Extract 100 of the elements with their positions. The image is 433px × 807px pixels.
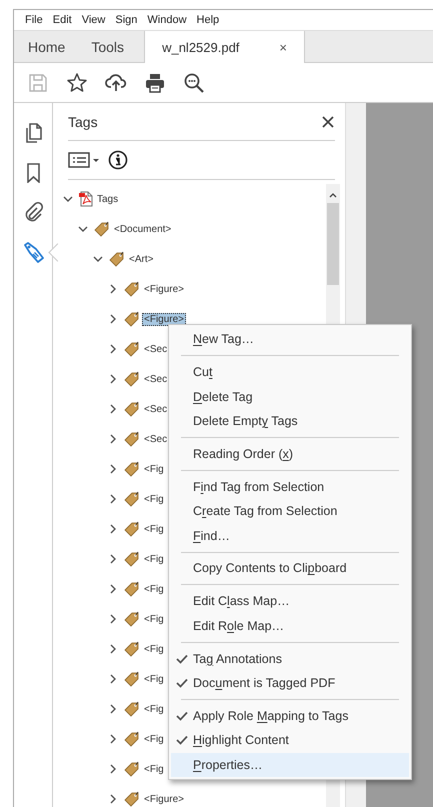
tree-item[interactable]: <Fig <box>142 552 166 566</box>
tag-icon <box>124 641 140 657</box>
expand-chevron-icon[interactable] <box>108 434 118 444</box>
tag-icon <box>124 701 140 717</box>
expand-chevron-icon[interactable] <box>108 704 118 714</box>
check-icon <box>176 710 188 721</box>
tag-icon[interactable] <box>22 241 44 263</box>
check-icon <box>176 678 188 688</box>
expand-chevron-icon[interactable] <box>108 644 118 654</box>
tree-item[interactable]: <Fig <box>142 462 166 476</box>
tree-item[interactable]: <Figure> <box>142 282 186 296</box>
zoom-icon[interactable] <box>183 72 205 94</box>
info-icon[interactable] <box>108 150 128 170</box>
tag-icon <box>124 521 140 537</box>
tree-item[interactable]: <Fig <box>142 732 166 746</box>
tree-item[interactable]: Tags <box>95 192 120 206</box>
menu-item[interactable]: Delete Empty Tags <box>193 414 298 428</box>
options-menu-icon[interactable] <box>68 150 100 170</box>
print-icon[interactable] <box>144 72 166 94</box>
check-icon <box>176 654 188 664</box>
expand-chevron-icon[interactable] <box>108 674 118 684</box>
check-icon <box>176 735 188 746</box>
menu-item[interactable]: Edit Class Map… <box>193 594 290 608</box>
collapse-chevron-icon[interactable] <box>93 254 103 264</box>
expand-chevron-icon[interactable] <box>108 764 118 774</box>
menu-item[interactable]: File <box>20 14 48 26</box>
expand-chevron-icon[interactable] <box>108 794 118 804</box>
expand-chevron-icon[interactable] <box>108 344 118 354</box>
menu-item[interactable]: Delete Tag <box>193 390 253 404</box>
tree-item[interactable]: <Sec <box>142 402 170 416</box>
close-tab-button[interactable]: × <box>279 40 288 54</box>
expand-chevron-icon[interactable] <box>108 734 118 744</box>
expand-chevron-icon[interactable] <box>108 464 118 474</box>
close-icon[interactable] <box>321 114 335 128</box>
expand-chevron-icon[interactable] <box>108 614 118 624</box>
collapse-chevron-icon[interactable] <box>78 224 88 234</box>
expand-chevron-icon[interactable] <box>108 494 118 504</box>
tree-item[interactable]: <Sec <box>142 372 170 386</box>
tree-item[interactable]: <Fig <box>142 702 166 716</box>
expand-chevron-icon[interactable] <box>108 524 118 534</box>
document-tab[interactable]: w_nl2529.pdf × <box>144 31 306 63</box>
tree-item[interactable]: <Art> <box>127 252 156 266</box>
tag-icon <box>124 551 140 567</box>
menu-item[interactable]: Cut <box>193 365 212 380</box>
tag-icon <box>94 221 110 237</box>
expand-chevron-icon[interactable] <box>108 584 118 594</box>
expand-chevron-icon[interactable] <box>108 404 118 414</box>
tag-icon <box>124 671 140 687</box>
menu-item[interactable]: Edit <box>48 14 77 26</box>
tag-icon <box>124 731 140 747</box>
menu-item[interactable]: Edit Role Map… <box>193 618 284 633</box>
tree-item[interactable]: <Sec <box>142 432 170 446</box>
menu-item[interactable]: Tag Annotations <box>193 652 282 666</box>
menu-item[interactable]: Copy Contents to Clipboard <box>193 561 347 576</box>
tag-icon <box>124 431 140 447</box>
menu-item[interactable]: Sign <box>110 14 142 26</box>
menu-item[interactable]: Create Tag from Selection <box>193 504 338 518</box>
tag-icon <box>109 251 125 267</box>
menu-item[interactable]: Apply Role Mapping to Tags <box>193 708 348 723</box>
expand-chevron-icon[interactable] <box>108 284 118 294</box>
tag-icon <box>124 791 140 807</box>
tag-icon <box>124 581 140 597</box>
menu-item[interactable]: Highlight Content <box>193 733 289 748</box>
panel-title: Tags <box>68 114 98 130</box>
menu-item[interactable]: Help <box>192 14 224 26</box>
nav-tab[interactable]: Home <box>14 31 78 62</box>
menu-item[interactable]: New Tag… <box>193 332 254 346</box>
tree-item[interactable]: <Fig <box>142 762 166 776</box>
expand-chevron-icon[interactable] <box>108 314 118 324</box>
nav-tab[interactable]: Tools <box>77 31 136 62</box>
menu-item[interactable]: Find… <box>193 528 230 543</box>
expand-chevron-icon[interactable] <box>108 554 118 564</box>
star-icon[interactable] <box>66 72 88 94</box>
menu-item[interactable]: Properties… <box>193 758 262 772</box>
tree-item[interactable]: <Fig <box>142 672 166 686</box>
tree-item[interactable]: <Fig <box>142 522 166 536</box>
collapse-chevron-icon[interactable] <box>63 194 73 204</box>
tree-item[interactable]: <Fig <box>142 612 166 626</box>
scroll-thumb[interactable] <box>327 203 339 285</box>
menu-item[interactable]: Window <box>142 14 192 26</box>
menu-item[interactable]: View <box>76 14 110 26</box>
tag-icon <box>124 341 140 357</box>
tag-icon <box>124 491 140 507</box>
expand-chevron-icon[interactable] <box>108 374 118 384</box>
tag-icon <box>124 311 140 327</box>
tag-icon <box>124 401 140 417</box>
pdf-icon <box>79 191 93 207</box>
tree-item[interactable]: <Figure> <box>142 792 186 806</box>
menu-item[interactable]: Find Tag from Selection <box>193 480 324 494</box>
tree-item[interactable]: <Fig <box>142 642 166 656</box>
menu-item[interactable]: Document is Tagged PDF <box>193 676 336 690</box>
menu-item[interactable]: Reading Order (x) <box>193 446 294 461</box>
tree-item[interactable]: <Sec <box>142 342 170 356</box>
tree-item[interactable]: <Figure> <box>142 312 186 326</box>
cloud-upload-icon[interactable] <box>105 72 127 94</box>
tab-title: w_nl2529.pdf <box>162 40 240 54</box>
tree-item[interactable]: <Document> <box>112 222 174 236</box>
tree-item[interactable]: <Fig <box>142 492 166 506</box>
tree-item[interactable]: <Fig <box>142 582 166 596</box>
tag-icon <box>124 371 140 387</box>
